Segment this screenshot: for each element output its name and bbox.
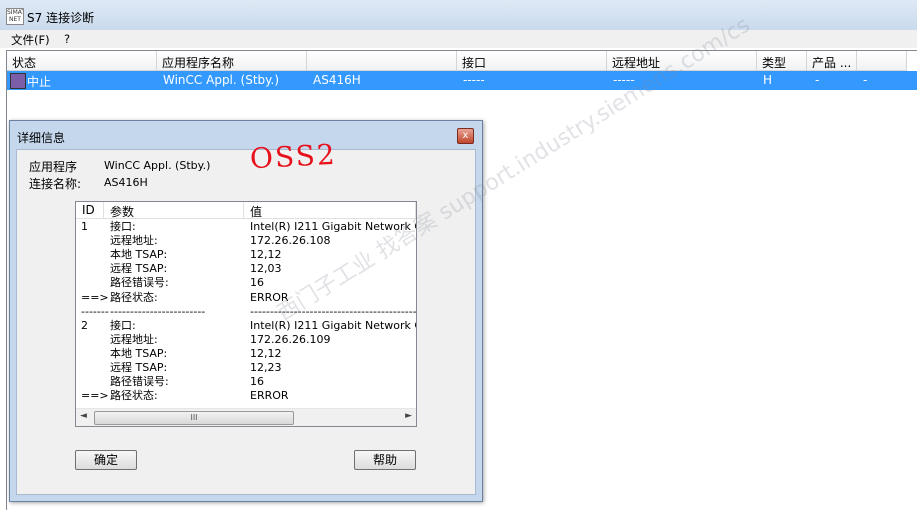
connection-label: 连接名称: — [29, 177, 82, 191]
app-value: WinCC Appl. (Stby.) — [104, 159, 211, 172]
column-product[interactable]: 产品 ... — [807, 51, 857, 71]
dialog-title: 详细信息 — [17, 131, 66, 145]
ok-button[interactable]: 确定 — [75, 450, 137, 470]
detail-param: 远程地址: — [110, 332, 158, 346]
menu-help[interactable]: ? — [61, 32, 73, 46]
detail-value: 12,12 — [250, 346, 282, 360]
connection-value: AS416H — [104, 176, 148, 189]
details-table[interactable]: ID 参数 值 1 接口: Intel(R) I211 Gigabit Networ… — [75, 201, 417, 427]
detail-value: 172.26.26.108 — [250, 234, 331, 248]
detail-value: 12,12 — [250, 248, 282, 262]
detail-value: 16 — [250, 276, 264, 290]
row-product: - — [815, 73, 820, 87]
details-dialog: 详细信息 x 应用程序 WinCC Appl. (Stby.) 连接名称: AS… — [9, 120, 483, 502]
header-param[interactable]: 参数 — [104, 202, 244, 219]
scroll-left-icon[interactable]: ◄ — [80, 411, 87, 421]
column-extra[interactable] — [857, 51, 907, 71]
detail-param: 路径状态: — [110, 389, 158, 403]
detail-param: 本地 TSAP: — [110, 346, 168, 360]
detail-value: Intel(R) I211 Gigabit Network Conn — [250, 318, 416, 332]
title-bar: SIMATIC NET S7 连接诊断 — [0, 0, 917, 31]
detail-value: 12,03 — [250, 262, 282, 276]
column-connection[interactable] — [307, 51, 457, 71]
header-id[interactable]: ID — [76, 202, 104, 219]
detail-id: 2 — [81, 318, 88, 332]
simatic-net-app-icon: SIMATIC NET — [6, 8, 24, 25]
detail-id: ==> — [81, 389, 109, 403]
app-label: 应用程序 — [29, 160, 78, 174]
detail-param: 路径错误号: — [110, 276, 169, 290]
column-interface[interactable]: 接口 — [457, 51, 607, 71]
detail-param: 远程 TSAP: — [110, 262, 168, 276]
window-title: S7 连接诊断 — [27, 11, 95, 25]
dialog-body: 应用程序 WinCC Appl. (Stby.) 连接名称: AS416H ID… — [16, 149, 476, 495]
close-icon[interactable]: x — [457, 128, 474, 144]
column-status[interactable]: 状态 — [7, 51, 157, 71]
row-interface: ----- — [463, 73, 485, 87]
detail-value: ERROR — [250, 389, 289, 403]
detail-param: ------------------------ — [110, 304, 206, 318]
table-row[interactable]: 中止 WinCC Appl. (Stby.) AS416H ----- ----… — [7, 71, 917, 90]
detail-param: 接口: — [110, 318, 136, 332]
row-app-name: WinCC Appl. (Stby.) — [163, 73, 280, 87]
header-value[interactable]: 值 — [244, 202, 416, 219]
detail-param: 接口: — [110, 220, 136, 233]
horizontal-scrollbar[interactable]: ◄ III ► — [76, 408, 416, 426]
scroll-right-icon[interactable]: ► — [405, 411, 412, 421]
row-status: 中止 — [27, 75, 52, 89]
detail-param: 路径错误号: — [110, 375, 169, 389]
help-button[interactable]: 帮助 — [354, 450, 416, 470]
detail-id: ==> — [81, 290, 109, 304]
row-connection: AS416H — [313, 73, 361, 87]
detail-param: 路径状态: — [110, 290, 158, 304]
menu-file[interactable]: 文件(F) — [8, 32, 53, 48]
detail-id: 1 — [81, 220, 88, 233]
detail-param: 本地 TSAP: — [110, 248, 168, 262]
menu-bar: 文件(F) ? — [0, 30, 917, 48]
detail-param: 远程 TSAP: — [110, 361, 168, 374]
detail-value: 172.26.26.109 — [250, 332, 331, 346]
column-type[interactable]: 类型 — [757, 51, 807, 71]
detail-id: ------- — [81, 304, 109, 318]
scroll-thumb[interactable]: III — [94, 411, 294, 425]
column-app-name[interactable]: 应用程序名称 — [157, 51, 307, 71]
handwritten-annotation: OSS2 — [249, 137, 338, 176]
connection-error-icon — [10, 73, 26, 89]
detail-param: 远程地址: — [110, 234, 158, 248]
detail-value: 16 — [250, 375, 264, 389]
row-type: H — [763, 73, 773, 87]
detail-value: 12,23 — [250, 361, 282, 374]
row-extra: - — [863, 73, 868, 87]
